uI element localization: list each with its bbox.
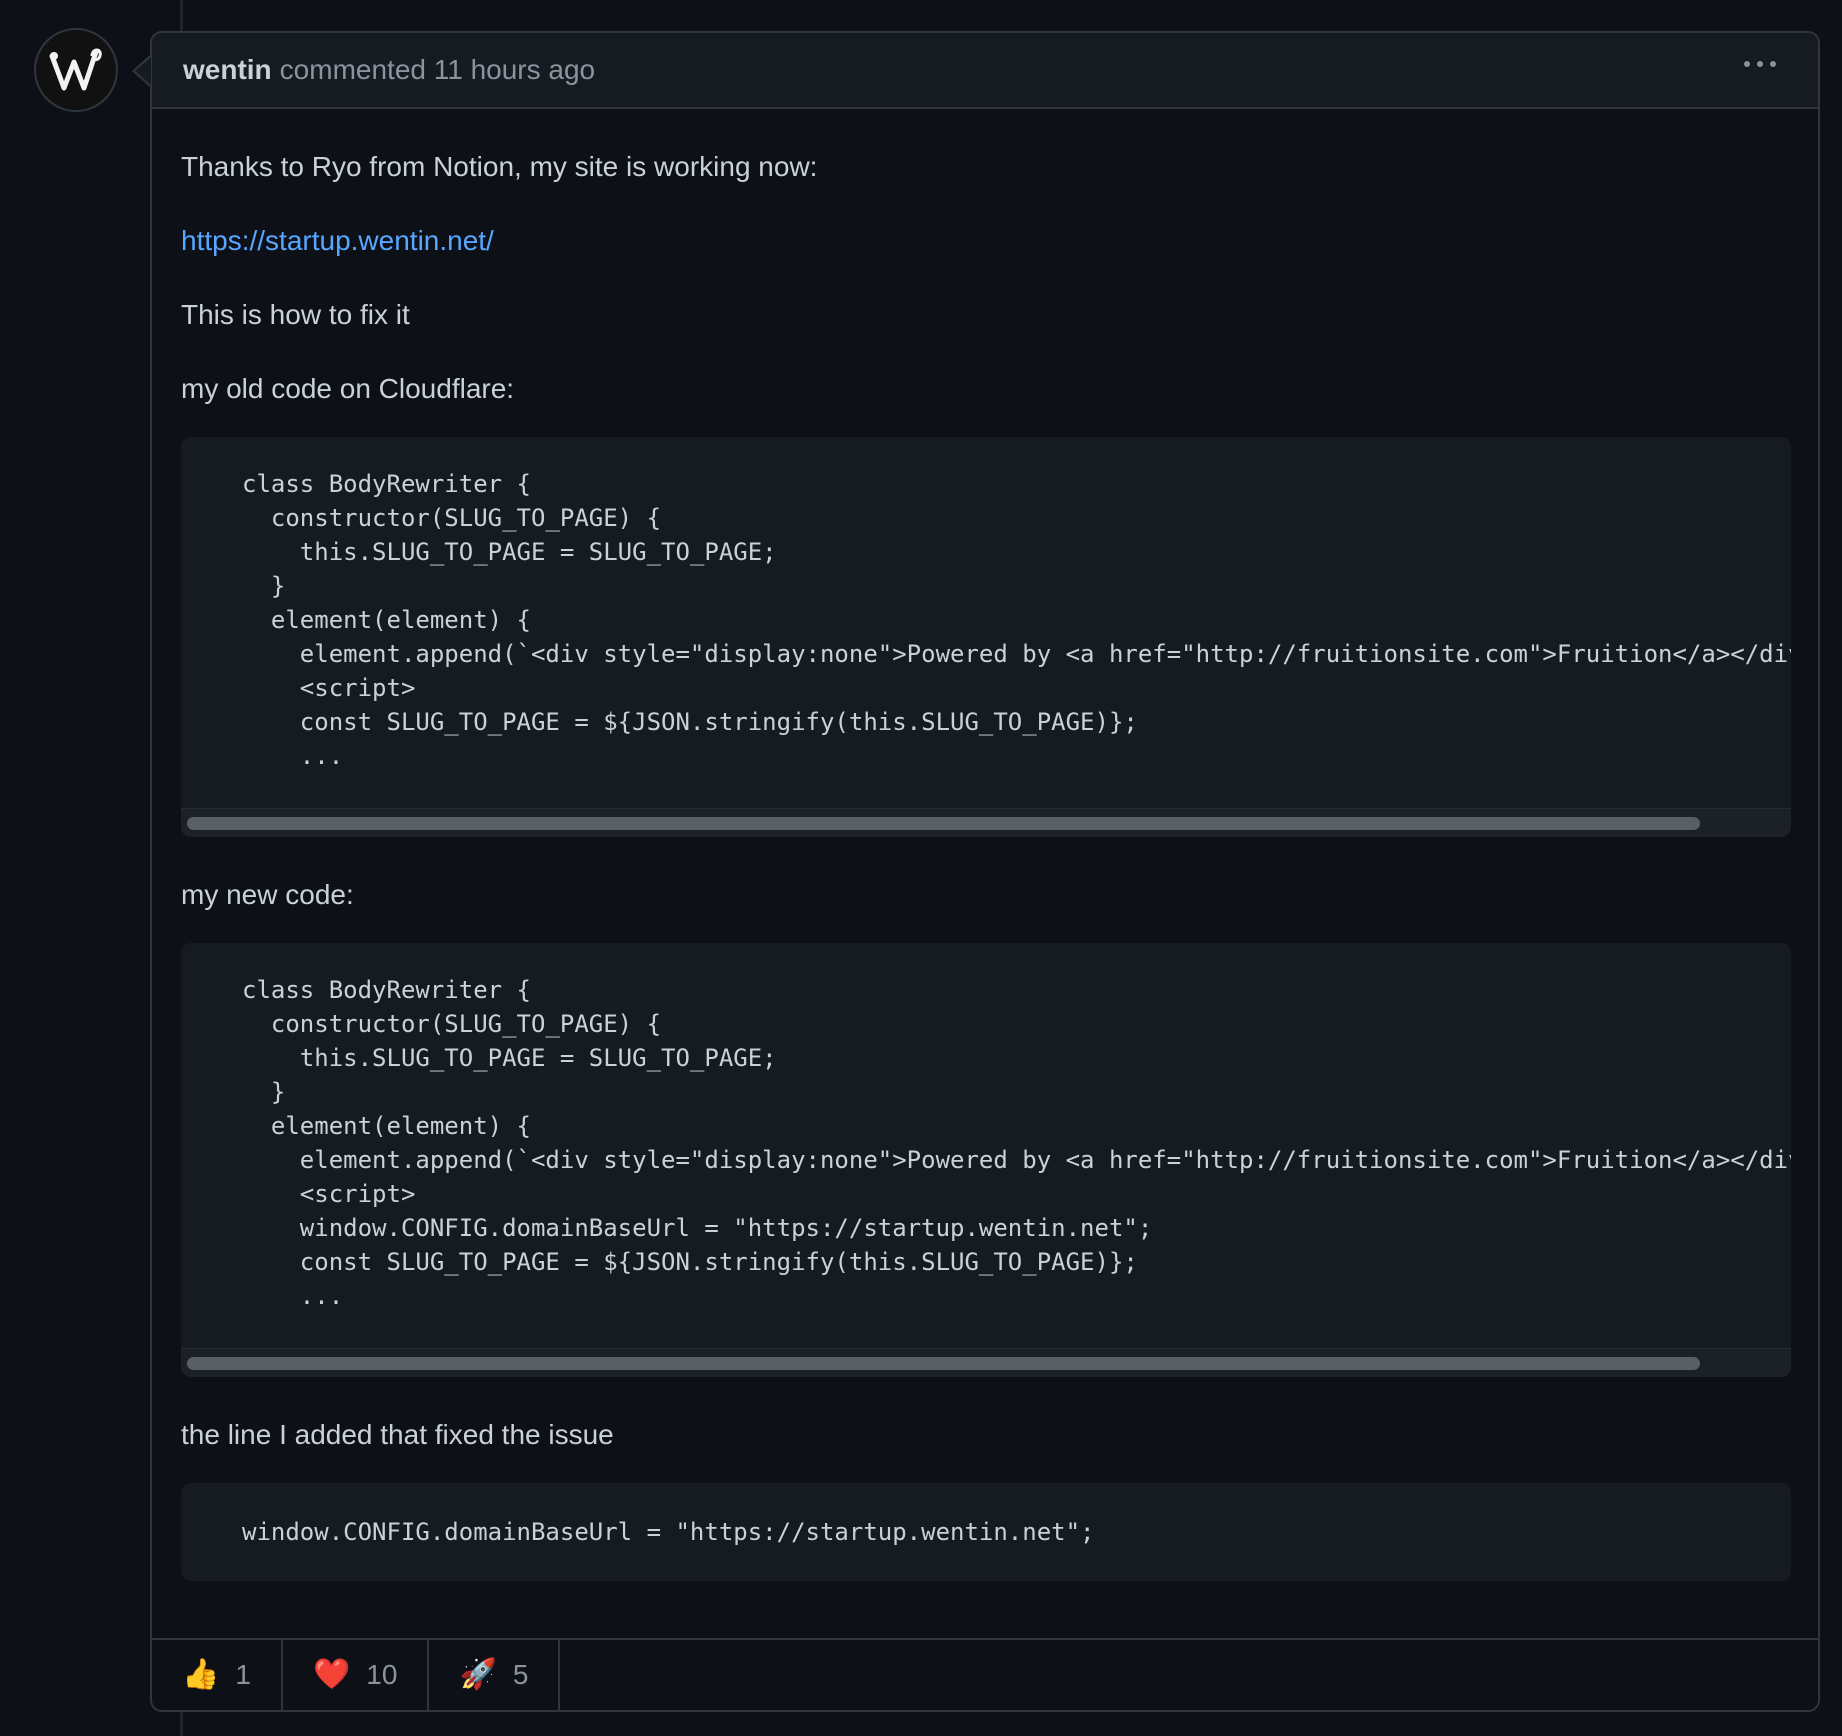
thumbs-up-icon: 👍	[182, 1657, 220, 1692]
fix-heading: This is how to fix it	[181, 299, 410, 330]
heart-icon: ❤️	[312, 1657, 351, 1692]
comment-header: wentin commented 11 hours ago	[152, 33, 1818, 109]
reaction-rocket[interactable]: 🚀 5	[429, 1640, 561, 1710]
old-code-block: class BodyRewriter { constructor(SLUG_TO…	[181, 437, 1791, 837]
reactions-bar: 👍 1 ❤️ 10 🚀 5	[152, 1638, 1818, 1710]
new-code-text: class BodyRewriter { constructor(SLUG_TO…	[242, 976, 1791, 1310]
old-code-scrollbar[interactable]	[181, 808, 1791, 837]
reaction-heart[interactable]: ❤️ 10	[283, 1640, 430, 1710]
new-code-label: my new code:	[181, 879, 354, 910]
reaction-count: 1	[235, 1659, 251, 1690]
intro-text: Thanks to Ryo from Notion, my site is wo…	[181, 151, 818, 182]
new-code-block: class BodyRewriter { constructor(SLUG_TO…	[181, 943, 1791, 1377]
comment-caret-fill	[135, 57, 151, 85]
avatar[interactable]	[34, 28, 118, 112]
reaction-thumbs-up[interactable]: 👍 1	[152, 1640, 283, 1710]
added-code-text: window.CONFIG.domainBaseUrl = "https://s…	[242, 1518, 1095, 1546]
reaction-count: 10	[366, 1659, 398, 1690]
w-monogram-icon	[49, 48, 102, 91]
comment-author[interactable]: wentin	[183, 54, 272, 86]
old-code-text: class BodyRewriter { constructor(SLUG_TO…	[242, 470, 1791, 770]
comment-timestamp[interactable]: commented 11 hours ago	[280, 54, 595, 86]
old-code-scrollbar-thumb[interactable]	[187, 817, 1700, 830]
added-code-block: window.CONFIG.domainBaseUrl = "https://s…	[181, 1483, 1791, 1581]
added-line-label: the line I added that fixed the issue	[181, 1419, 614, 1450]
new-code-scrollbar[interactable]	[181, 1348, 1791, 1377]
more-options-icon[interactable]	[1740, 57, 1780, 71]
site-link-wrapper: https://startup.wentin.net/	[181, 223, 494, 259]
comment-box: wentin commented 11 hours ago Thanks to …	[150, 31, 1820, 1712]
reaction-count: 5	[512, 1659, 529, 1690]
old-code-label: my old code on Cloudflare:	[181, 373, 515, 404]
rocket-icon: 🚀	[459, 1657, 497, 1692]
new-code-scrollbar-thumb[interactable]	[187, 1357, 1700, 1370]
site-link[interactable]: https://startup.wentin.net/	[181, 225, 494, 256]
